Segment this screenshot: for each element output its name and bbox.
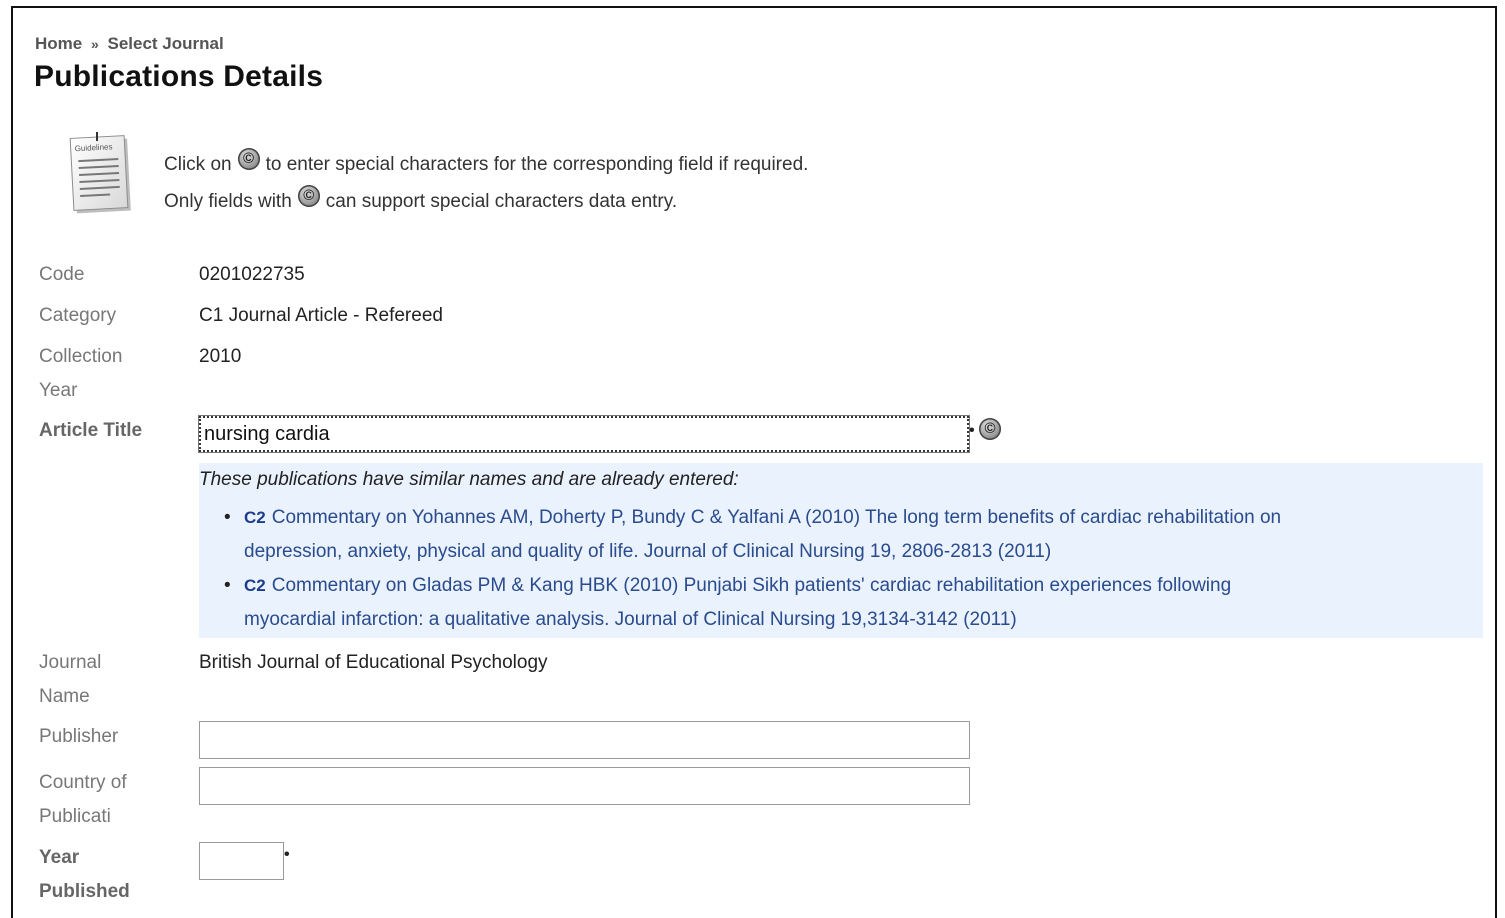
year-published-input[interactable]	[199, 842, 284, 880]
journal-name-label: Journal Name	[39, 646, 169, 714]
country-label: Country of Publicati	[39, 766, 169, 834]
journal-name-label-line1: Journal	[39, 652, 102, 673]
breadcrumb-separator: »	[90, 36, 99, 52]
publisher-input[interactable]	[199, 721, 970, 759]
publication-code: C2	[244, 576, 266, 595]
collection-year-label-line1: Collection	[39, 346, 123, 367]
special-character-icon: ©	[237, 147, 260, 170]
year-published-label-line1: Year	[39, 847, 80, 868]
publisher-label: Publisher	[39, 726, 119, 747]
info-line2-before: Only fields with	[164, 191, 292, 212]
guidelines-icon: Guidelines	[69, 132, 135, 227]
country-label-line1: Country of	[39, 772, 127, 793]
list-item[interactable]: • C2 Commentary on Yohannes AM, Doherty P…	[224, 501, 1479, 569]
list-item[interactable]: • C2 Commentary on Gladas PM & Kang HBK (…	[224, 569, 1479, 637]
page-title: Publications Details	[34, 60, 324, 93]
country-label-line2: Publicati	[39, 806, 111, 827]
category-label: Category	[39, 305, 117, 326]
special-characters-info: Click on © to enter special characters f…	[164, 146, 808, 220]
code-value: 0201022735	[199, 264, 305, 285]
article-title-special-character-icon[interactable]: ©	[979, 418, 1001, 440]
code-label: Code	[39, 264, 85, 285]
publication-link[interactable]: Commentary on Yohannes AM, Doherty P, Bu…	[272, 507, 1281, 528]
publication-code: C2	[244, 508, 266, 527]
similar-publications-list: • C2 Commentary on Yohannes AM, Doherty P…	[224, 501, 1479, 637]
publication-link-continued[interactable]: myocardial infarction: a qualitative ana…	[244, 609, 1017, 630]
breadcrumb-current[interactable]: Select Journal	[108, 34, 224, 53]
year-published-label: Year Published	[39, 841, 169, 909]
list-bullet: •	[224, 575, 231, 596]
publication-link-continued[interactable]: depression, anxiety, physical and qualit…	[244, 541, 1051, 562]
collection-year-value: 2010	[199, 346, 242, 367]
country-input[interactable]	[199, 767, 970, 805]
category-value: C1 Journal Article - Refereed	[199, 305, 443, 326]
article-title-required-mark: •	[969, 422, 975, 439]
breadcrumb: Home » Select Journal	[35, 34, 224, 54]
similar-publications-heading: These publications have similar names an…	[199, 469, 739, 490]
similar-publications-box: These publications have similar names an…	[199, 463, 1483, 638]
collection-year-label-line2: Year	[39, 380, 78, 401]
list-bullet: •	[224, 507, 231, 528]
info-line1-before: Click on	[164, 154, 232, 175]
article-title-label: Article Title	[39, 420, 143, 441]
special-character-icon: ©	[297, 184, 320, 207]
info-line1-after: to enter special characters for the corr…	[265, 154, 809, 175]
year-published-label-line2: Published	[39, 881, 130, 902]
publication-link[interactable]: Commentary on Gladas PM & Kang HBK (2010…	[272, 575, 1231, 596]
page-frame: Home » Select Journal Publications Detai…	[11, 6, 1497, 918]
journal-name-label-line2: Name	[39, 686, 90, 707]
journal-name-value: British Journal of Educational Psycholog…	[199, 652, 548, 673]
info-line2-after: can support special characters data entr…	[325, 191, 678, 212]
collection-year-label: Collection Year	[39, 340, 169, 408]
year-published-required-mark: •	[284, 846, 290, 863]
article-title-input[interactable]	[199, 416, 969, 452]
breadcrumb-home[interactable]: Home	[35, 34, 82, 53]
